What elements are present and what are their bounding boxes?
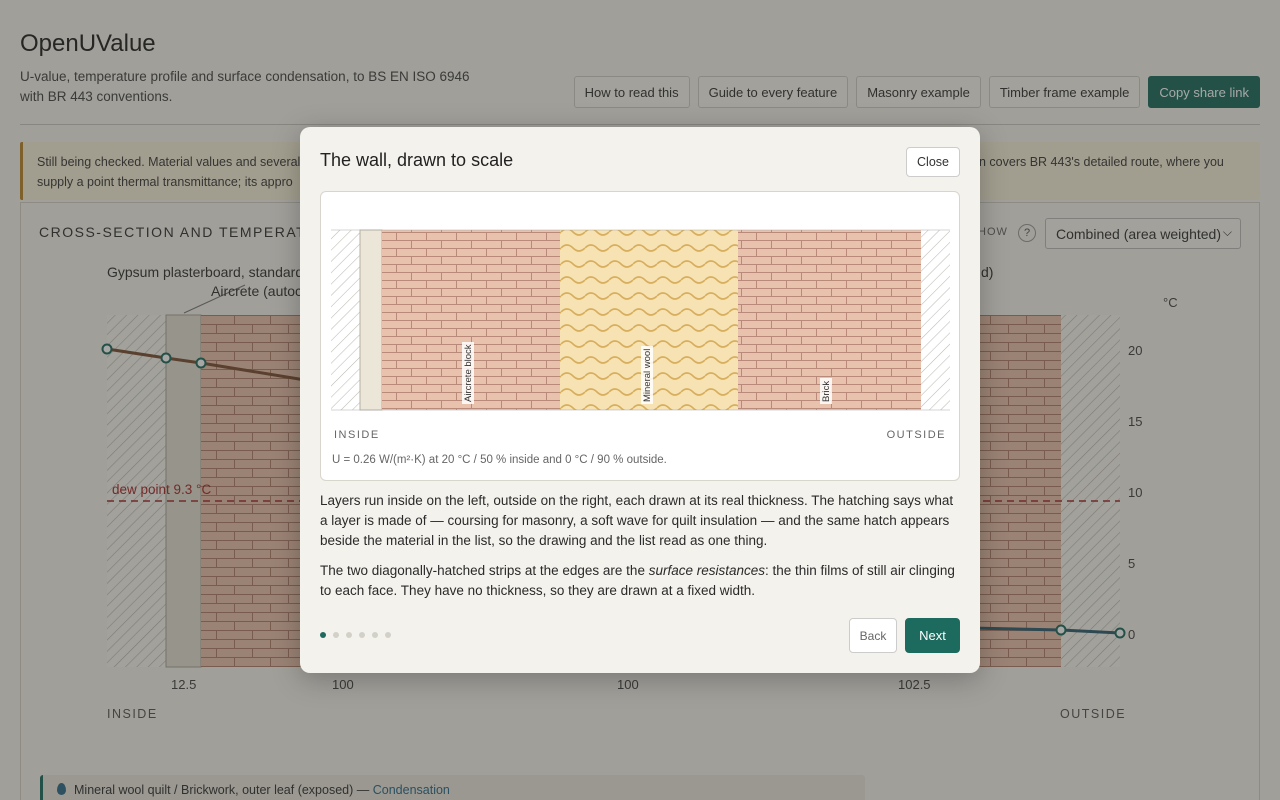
next-button[interactable]: Next — [905, 618, 960, 653]
step-dot — [359, 632, 365, 638]
step-dot — [385, 632, 391, 638]
tour-dialog: The wall, drawn to scale Close Aircrete … — [300, 127, 980, 673]
plasterboard-drawn — [359, 229, 383, 411]
p2-text-start: The two diagonally-hatched strips at the… — [320, 563, 649, 578]
wall-figure: Aircrete block Mineral wool Brick INSIDE… — [320, 191, 960, 481]
figure-inside-label: INSIDE — [334, 429, 380, 441]
figure-outside-label: OUTSIDE — [886, 429, 946, 441]
step-dot — [320, 632, 326, 638]
step-dot — [346, 632, 352, 638]
dialog-paragraph-2: The two diagonally-hatched strips at the… — [320, 561, 960, 601]
svg-text:Mineral wool: Mineral wool — [642, 349, 653, 402]
aircrete-layer-label: Aircrete block — [462, 342, 474, 404]
brick-layer-label: Brick — [820, 378, 832, 404]
p2-emphasis: surface resistances — [648, 563, 766, 578]
back-button[interactable]: Back — [849, 618, 897, 653]
close-button[interactable]: Close — [906, 147, 960, 177]
svg-text:Aircrete block: Aircrete block — [463, 344, 474, 402]
svg-text:Brick: Brick — [821, 381, 832, 402]
step-indicator — [320, 632, 391, 638]
step-dot — [333, 632, 339, 638]
mineral-wool-layer-label: Mineral wool — [641, 346, 653, 404]
dialog-title: The wall, drawn to scale — [320, 150, 514, 170]
dialog-paragraph-1: Layers run inside on the left, outside o… — [320, 493, 954, 548]
step-dot — [372, 632, 378, 638]
outside-surface-resistance — [921, 230, 950, 410]
inside-surface-resistance — [331, 230, 360, 410]
wall-section-drawing: Aircrete block Mineral wool Brick — [331, 229, 950, 411]
figure-caption: U = 0.26 W/(m²·K) at 20 °C / 50 % inside… — [332, 454, 667, 466]
